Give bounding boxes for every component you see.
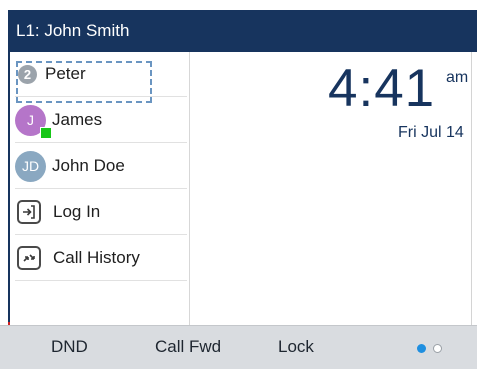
call-history-icon bbox=[17, 246, 41, 270]
softkey-bar: DND Call Fwd Lock bbox=[0, 325, 477, 369]
list-item-log-in[interactable]: Log In bbox=[15, 190, 187, 235]
call-fwd-softkey[interactable]: Call Fwd bbox=[155, 337, 221, 357]
page-dot-active-icon[interactable] bbox=[417, 344, 426, 353]
focus-indicator bbox=[16, 61, 152, 103]
pane-divider bbox=[189, 52, 190, 325]
avatar: J bbox=[15, 104, 52, 139]
page-dot-inactive-icon[interactable] bbox=[433, 344, 442, 353]
clock-ampm: am bbox=[446, 69, 469, 86]
clock-time: 4:41 bbox=[328, 59, 436, 118]
avatar-initials: JD bbox=[21, 158, 40, 174]
avatar: JD bbox=[15, 150, 46, 182]
clock-date: Fri Jul 14 bbox=[398, 124, 464, 141]
list-item-james[interactable]: J James bbox=[15, 98, 187, 143]
avatar-initials: J bbox=[27, 112, 34, 128]
right-border bbox=[471, 52, 477, 325]
contact-name: John Doe bbox=[52, 156, 125, 175]
line-title: L1: John Smith bbox=[16, 21, 130, 40]
list-item-john-doe[interactable]: JD John Doe bbox=[15, 144, 187, 189]
action-label: Call History bbox=[53, 248, 140, 267]
dnd-softkey[interactable]: DND bbox=[51, 337, 88, 357]
login-icon bbox=[17, 200, 41, 224]
presence-indicator-icon bbox=[40, 126, 52, 139]
list-item-call-history[interactable]: Call History bbox=[15, 236, 187, 281]
action-label: Log In bbox=[53, 202, 101, 221]
lock-softkey[interactable]: Lock bbox=[278, 337, 314, 357]
header-bar: L1: John Smith bbox=[8, 10, 477, 52]
contact-name: James bbox=[52, 110, 103, 129]
